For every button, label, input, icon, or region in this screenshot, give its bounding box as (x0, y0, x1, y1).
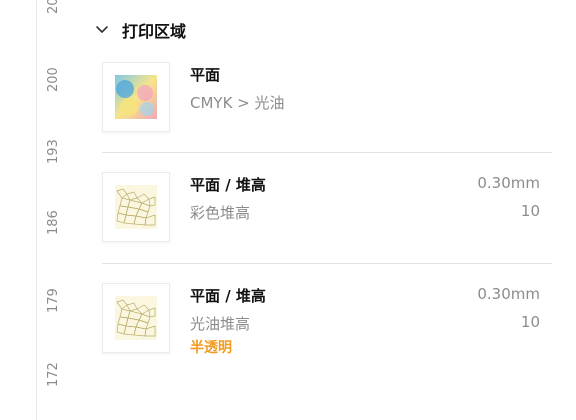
ruler-tick-label: 20 (46, 0, 61, 14)
layer-thumbnail (102, 283, 170, 353)
translucent-badge: 半透明 (190, 340, 232, 356)
layer-height-value: 0.30mm (477, 174, 540, 192)
ruler-tick-label: 172 (46, 362, 61, 387)
layer-count-value: 10 (520, 202, 540, 220)
layer-subtitle: 彩色堆高 (190, 204, 251, 222)
ruler-tick-label: 179 (46, 288, 61, 313)
layer-title: 平面 (190, 66, 221, 84)
cracked-texture-thumbnail-icon (115, 185, 157, 229)
layer-item[interactable]: 平面 / 堆高 彩色堆高 0.30mm 10 (102, 172, 552, 246)
layer-title: 平面 / 堆高 (190, 176, 266, 194)
color-texture-thumbnail-icon (115, 75, 157, 119)
print-area-section-toggle[interactable]: 打印区域 (92, 18, 186, 42)
layer-subtitle: 光油堆高 (190, 315, 251, 333)
layer-count-value: 10 (520, 313, 540, 331)
ruler-tick-label: 186 (46, 210, 61, 235)
ruler-tick-label: 200 (46, 67, 61, 92)
layer-item[interactable]: 平面 / 堆高 光油堆高 0.30mm 10 半透明 (102, 283, 552, 363)
divider (102, 263, 552, 264)
vertical-ruler (0, 0, 37, 420)
divider (102, 152, 552, 153)
chevron-down-icon (96, 26, 108, 33)
layer-height-value: 0.30mm (477, 285, 540, 303)
ruler-tick-label: 193 (46, 139, 61, 164)
layer-subtitle: CMYK > 光油 (190, 94, 285, 112)
layer-item[interactable]: 平面 CMYK > 光油 (102, 62, 552, 132)
section-title: 打印区域 (122, 22, 187, 41)
layer-thumbnail (102, 172, 170, 242)
cracked-texture-thumbnail-icon (115, 296, 157, 340)
layer-title: 平面 / 堆高 (190, 287, 266, 305)
layer-thumbnail (102, 62, 170, 132)
